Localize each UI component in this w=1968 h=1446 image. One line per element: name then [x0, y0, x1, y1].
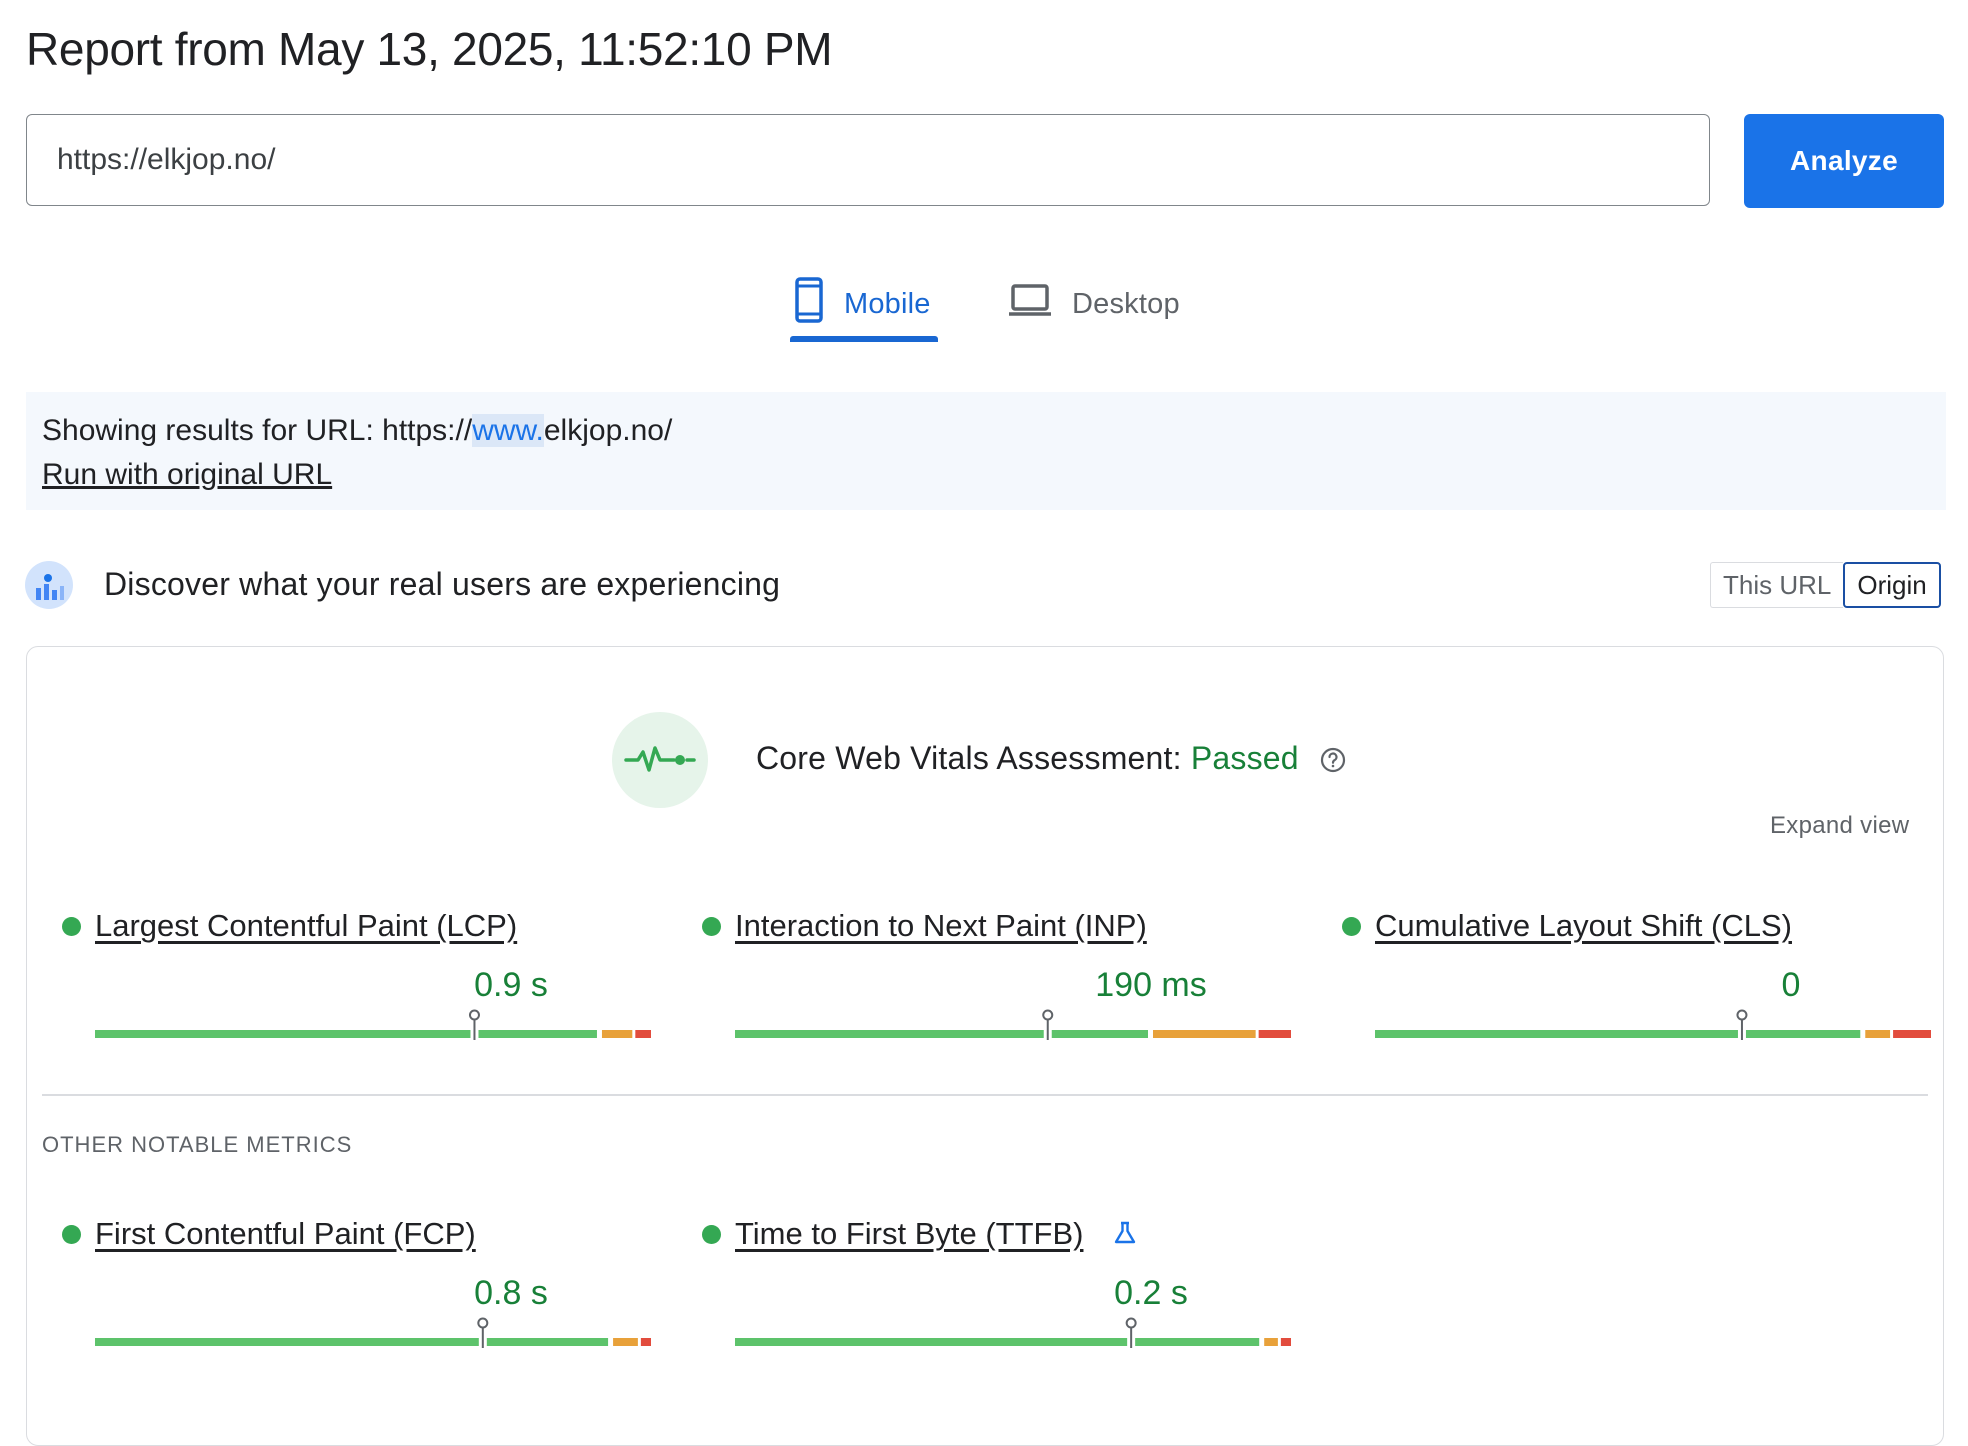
notice-highlight: www.: [472, 414, 544, 447]
percentile-marker-head: [468, 1009, 480, 1021]
inp-label[interactable]: Interaction to Next Paint (INP): [735, 908, 1147, 944]
poor-segment: [1258, 1030, 1291, 1038]
inp-value: 190 ms: [1095, 966, 1207, 1004]
lcp-status-dot: [62, 917, 81, 936]
good-segment: [1375, 1030, 1738, 1038]
this-url-option[interactable]: This URL: [1710, 562, 1844, 608]
good-segment: [735, 1338, 1128, 1346]
distribution-svg: [1375, 1009, 1931, 1040]
expand-view-button[interactable]: Expand view: [1770, 812, 1909, 840]
notice-prefix: Showing results for URL: https://: [42, 414, 473, 447]
ttfb-value: 0.2 s: [1114, 1274, 1188, 1312]
needs-improvement-segment: [1153, 1030, 1256, 1038]
poor-segment: [635, 1030, 651, 1038]
good-segment: [1745, 1030, 1861, 1038]
redirect-notice: Showing results for URL: https://www.elk…: [26, 392, 1946, 510]
cwv-assessment: Core Web Vitals Assessment: Passed: [756, 740, 1299, 777]
inp-status-dot: [702, 917, 721, 936]
tab-desktop[interactable]: Desktop: [1008, 264, 1180, 344]
good-segment: [95, 1030, 471, 1038]
crux-icon: [24, 560, 74, 610]
fcp-label[interactable]: First Contentful Paint (FCP): [95, 1216, 476, 1252]
cls-value: 0: [1781, 966, 1801, 1004]
report-title: Report from May 13, 2025, 11:52:10 PM: [26, 23, 833, 75]
ttfb-status-dot: [702, 1225, 721, 1244]
experimental-flask-icon: [1112, 1220, 1138, 1246]
laptop-icon: [1008, 283, 1052, 325]
vitals-pulse-icon: [612, 712, 708, 808]
distribution-svg: [95, 1009, 651, 1040]
run-original-url-link[interactable]: Run with original URL: [42, 458, 332, 492]
good-segment: [735, 1030, 1044, 1038]
percentile-marker-head: [477, 1317, 489, 1329]
smartphone-icon: [794, 277, 824, 331]
cls-status-dot: [1342, 917, 1361, 936]
percentile-marker-head: [1125, 1317, 1137, 1329]
notice-suffix: elkjop.no/: [543, 414, 673, 447]
active-tab-indicator: [790, 336, 938, 342]
lcp-label[interactable]: Largest Contentful Paint (LCP): [95, 908, 517, 944]
cwv-assessment-status: Passed: [1190, 740, 1299, 776]
needs-improvement-segment: [1865, 1030, 1891, 1038]
tab-mobile-label: Mobile: [844, 287, 931, 320]
good-segment: [95, 1338, 479, 1346]
fcp-value: 0.8 s: [474, 1274, 548, 1312]
url-input[interactable]: [26, 114, 1710, 206]
fcp-status-dot: [62, 1225, 81, 1244]
needs-improvement-segment: [613, 1338, 638, 1346]
cwv-assessment-label: Core Web Vitals Assessment:: [756, 740, 1191, 776]
distribution-svg: [735, 1009, 1291, 1040]
poor-segment: [1893, 1030, 1931, 1038]
needs-improvement-segment: [1264, 1338, 1278, 1346]
origin-option[interactable]: Origin: [1843, 562, 1941, 608]
notice-text: Showing results for URL: https://www.elk…: [42, 414, 672, 448]
percentile-marker-head: [1042, 1009, 1054, 1021]
good-segment: [486, 1338, 609, 1346]
url-origin-toggle: This URL Origin: [1710, 562, 1941, 608]
other-metrics-heading: OTHER NOTABLE METRICS: [42, 1132, 353, 1157]
distribution-svg: [735, 1317, 1291, 1348]
help-icon[interactable]: [1318, 745, 1348, 775]
distribution-svg: [95, 1317, 651, 1348]
section-divider: [42, 1094, 1928, 1096]
good-segment: [1051, 1030, 1148, 1038]
good-segment: [1135, 1338, 1260, 1346]
field-data-heading: Discover what your real users are experi…: [104, 566, 781, 602]
needs-improvement-segment: [601, 1030, 633, 1038]
good-segment: [478, 1030, 597, 1038]
lcp-value: 0.9 s: [474, 966, 548, 1004]
poor-segment: [1280, 1338, 1291, 1346]
poor-segment: [640, 1338, 651, 1346]
ttfb-label[interactable]: Time to First Byte (TTFB): [735, 1216, 1083, 1252]
percentile-marker-head: [1736, 1009, 1748, 1021]
cls-label[interactable]: Cumulative Layout Shift (CLS): [1375, 908, 1792, 944]
tab-mobile[interactable]: Mobile: [794, 264, 931, 344]
tab-desktop-label: Desktop: [1072, 287, 1180, 320]
analyze-button[interactable]: Analyze: [1744, 114, 1944, 208]
